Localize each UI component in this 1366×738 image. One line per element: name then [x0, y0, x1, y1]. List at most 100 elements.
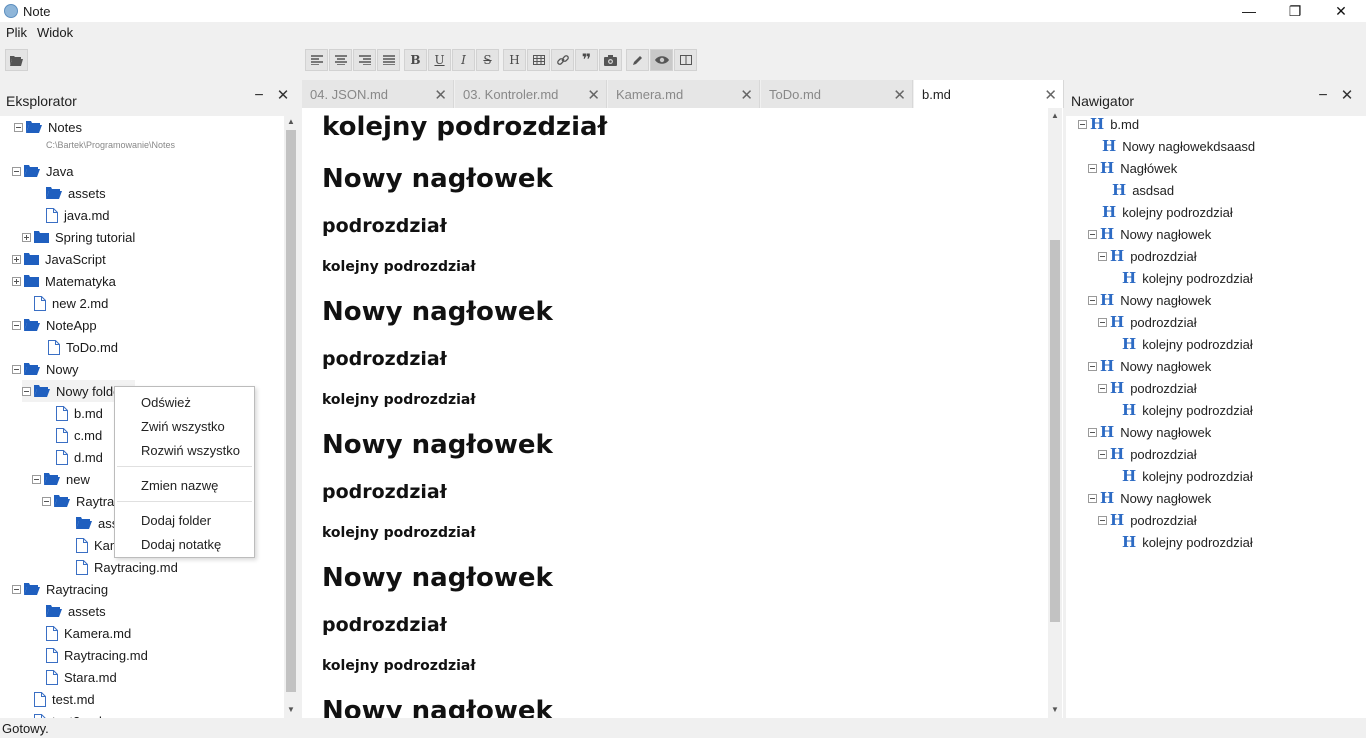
- tree-file[interactable]: java.md: [46, 204, 110, 226]
- collapse-toggle[interactable]: [1078, 119, 1087, 129]
- tree-folder[interactable]: JavaScript: [12, 248, 106, 270]
- heading-button[interactable]: H: [503, 49, 526, 71]
- align-justify-button[interactable]: [377, 49, 400, 71]
- tree-file[interactable]: Kamera.md: [46, 622, 131, 644]
- collapse-toggle[interactable]: [1098, 251, 1107, 261]
- collapse-toggle[interactable]: [1088, 427, 1097, 437]
- minimize-button[interactable]: —: [1226, 0, 1272, 22]
- tree-file[interactable]: ToDo.md: [48, 336, 118, 358]
- tab[interactable]: Kamera.md ✕: [608, 80, 760, 108]
- tree-folder[interactable]: Raytracing: [12, 578, 108, 600]
- tree-root[interactable]: Notes: [14, 116, 82, 138]
- nav-heading-item[interactable]: H Nowy nagłowek: [1088, 355, 1211, 377]
- restore-button[interactable]: ❐: [1272, 0, 1318, 22]
- nav-heading-item[interactable]: Hkolejny podrozdział: [1102, 201, 1233, 223]
- image-button[interactable]: [599, 49, 622, 71]
- explorer-scrollbar[interactable]: ▲ ▼: [284, 116, 298, 718]
- collapse-toggle[interactable]: [1098, 317, 1107, 327]
- tree-folder[interactable]: assets: [46, 182, 106, 204]
- navigator-minimize-button[interactable]: −: [1315, 88, 1331, 104]
- tree-folder[interactable]: assets: [46, 600, 106, 622]
- markdown-preview[interactable]: kolejny podrozdział Nowy nagłowek podrozdz…: [302, 108, 1063, 718]
- tab[interactable]: b.md ✕: [914, 80, 1064, 108]
- ctx-collapse-all[interactable]: Zwiń wszystko: [141, 419, 225, 434]
- menu-plik[interactable]: Plik: [6, 25, 27, 40]
- collapse-toggle[interactable]: [1088, 163, 1097, 173]
- tree-file[interactable]: d.md: [56, 446, 103, 468]
- align-left-button[interactable]: [305, 49, 328, 71]
- collapse-toggle[interactable]: [1088, 229, 1097, 239]
- tree-file[interactable]: test2.md: [34, 710, 102, 718]
- collapse-toggle[interactable]: [1098, 515, 1107, 525]
- navigator-close-button[interactable]: ✕: [1339, 88, 1355, 104]
- split-view-button[interactable]: [674, 49, 697, 71]
- nav-heading-item[interactable]: Hpodrozdział: [1098, 377, 1197, 399]
- edit-mode-button[interactable]: [626, 49, 649, 71]
- tab-close-icon[interactable]: ✕: [434, 86, 447, 104]
- nav-heading-item[interactable]: H Nagłówek: [1088, 157, 1177, 179]
- collapse-toggle[interactable]: [14, 122, 23, 132]
- nav-heading-item[interactable]: H Nowy nagłowek: [1088, 421, 1211, 443]
- open-folder-button[interactable]: [5, 49, 28, 71]
- collapse-toggle[interactable]: [12, 364, 21, 374]
- tree-folder[interactable]: Nowy: [12, 358, 79, 380]
- nav-heading-item[interactable]: Hpodrozdział: [1098, 245, 1197, 267]
- editor-scrollbar[interactable]: ▲ ▼: [1048, 108, 1062, 718]
- tab-close-icon[interactable]: ✕: [893, 86, 906, 104]
- scroll-up-icon[interactable]: ▲: [284, 116, 298, 128]
- nav-heading-item[interactable]: Hkolejny podrozdział: [1122, 399, 1253, 421]
- collapse-toggle[interactable]: [1098, 449, 1107, 459]
- bold-button[interactable]: B: [404, 49, 427, 71]
- tree-file[interactable]: Stara.md: [46, 666, 117, 688]
- nav-heading-item[interactable]: H Nowy nagłowek: [1088, 487, 1211, 509]
- collapse-toggle[interactable]: [1088, 361, 1097, 371]
- nav-heading-item[interactable]: H Nowy nagłowek: [1088, 223, 1211, 245]
- tree-file[interactable]: new 2.md: [34, 292, 108, 314]
- nav-heading-item[interactable]: Hkolejny podrozdział: [1122, 531, 1253, 553]
- scroll-up-icon[interactable]: ▲: [1048, 110, 1062, 122]
- collapse-toggle[interactable]: [1098, 383, 1107, 393]
- nav-heading-item[interactable]: Hkolejny podrozdział: [1122, 465, 1253, 487]
- table-button[interactable]: [527, 49, 550, 71]
- nav-heading-item[interactable]: Hkolejny podrozdział: [1122, 267, 1253, 289]
- nav-heading-item[interactable]: H Nowy nagłowek: [1088, 289, 1211, 311]
- tab-close-icon[interactable]: ✕: [1044, 86, 1057, 104]
- scroll-down-icon[interactable]: ▼: [1048, 704, 1062, 716]
- nav-heading-item[interactable]: Hpodrozdział: [1098, 311, 1197, 333]
- tab-close-icon[interactable]: ✕: [740, 86, 753, 104]
- collapse-toggle[interactable]: [12, 166, 21, 176]
- explorer-scroll-thumb[interactable]: [286, 130, 296, 692]
- tree-folder[interactable]: NoteApp: [12, 314, 97, 336]
- nav-heading-item[interactable]: Hpodrozdział: [1098, 509, 1197, 531]
- collapse-toggle[interactable]: [22, 386, 31, 396]
- ctx-rename[interactable]: Zmien nazwę: [141, 478, 218, 493]
- ctx-add-folder[interactable]: Dodaj folder: [141, 513, 211, 528]
- tree-folder[interactable]: Matematyka: [12, 270, 116, 292]
- tab[interactable]: 03. Kontroler.md ✕: [455, 80, 607, 108]
- tree-folder[interactable]: Spring tutorial: [22, 226, 135, 248]
- collapse-toggle[interactable]: [42, 496, 51, 506]
- collapse-toggle[interactable]: [1088, 493, 1097, 503]
- tree-folder[interactable]: new: [32, 468, 90, 490]
- collapse-toggle[interactable]: [1088, 295, 1097, 305]
- tree-file[interactable]: Raytracing.md: [46, 644, 148, 666]
- italic-button[interactable]: I: [452, 49, 475, 71]
- explorer-close-button[interactable]: ✕: [275, 88, 291, 104]
- align-center-button[interactable]: [329, 49, 352, 71]
- tree-file[interactable]: Raytracing.md: [76, 556, 178, 578]
- ctx-add-note[interactable]: Dodaj notatkę: [141, 537, 221, 552]
- nav-heading-item[interactable]: Hasdsad: [1112, 179, 1174, 201]
- nav-heading-item[interactable]: Hkolejny podrozdział: [1122, 333, 1253, 355]
- scroll-down-icon[interactable]: ▼: [284, 704, 298, 716]
- tree-file[interactable]: c.md: [56, 424, 102, 446]
- explorer-minimize-button[interactable]: −: [251, 88, 267, 104]
- tree-folder[interactable]: Java: [12, 160, 73, 182]
- align-right-button[interactable]: [353, 49, 376, 71]
- collapse-toggle[interactable]: [12, 320, 21, 330]
- nav-heading-item[interactable]: Hpodrozdział: [1098, 443, 1197, 465]
- ctx-expand-all[interactable]: Rozwiń wszystko: [141, 443, 240, 458]
- expand-toggle[interactable]: [22, 232, 31, 242]
- collapse-toggle[interactable]: [12, 584, 21, 594]
- tab[interactable]: 04. JSON.md ✕: [302, 80, 454, 108]
- tree-file[interactable]: b.md: [56, 402, 103, 424]
